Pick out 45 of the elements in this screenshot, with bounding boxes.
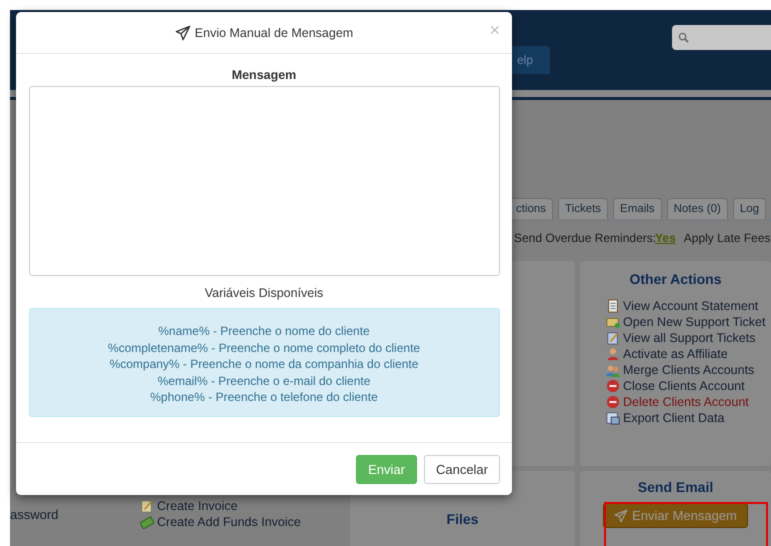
- panel-title: Send Email: [636, 478, 714, 497]
- client-tab[interactable]: Emails: [613, 198, 662, 219]
- variable-text: %company% - Preenche o nome da companhia do cliente: [110, 356, 418, 372]
- reminders-label: Send Overdue Reminders:: [514, 231, 656, 245]
- variable-text: %completename% - Preenche o nome completo do cliente: [108, 340, 420, 356]
- variable-text: %name% - Preenche o nome do cliente: [158, 323, 370, 340]
- invoice-link[interactable]: Create Add Funds Invoice: [157, 515, 301, 529]
- money-icon: [140, 515, 154, 529]
- variable-text: %email% - Preenche o e-mail do cliente: [158, 372, 370, 389]
- export-icon: [606, 411, 620, 425]
- action-link[interactable]: Export Client Data: [623, 411, 724, 425]
- send-message-button[interactable]: Enviar Mensagem: [603, 503, 748, 528]
- panel-title: Other Actions: [628, 270, 723, 289]
- person-icon: [606, 347, 620, 361]
- cancel-button[interactable]: Cancelar: [424, 454, 500, 484]
- variable-text: %phone% - Preenche o telefone do cliente: [150, 389, 378, 406]
- send-button[interactable]: Enviar: [356, 454, 417, 484]
- people-icon: [606, 363, 620, 377]
- paper-plane-icon: [174, 24, 191, 40]
- notepad-icon: [606, 331, 620, 345]
- invoice-icon: [140, 499, 154, 513]
- panel-title: Files: [446, 510, 480, 527]
- message-field[interactable]: [28, 86, 500, 276]
- envelope-icon: [606, 315, 620, 329]
- client-tab[interactable]: Tickets: [558, 198, 608, 219]
- document-icon: [606, 299, 620, 313]
- minus-circle-icon: [606, 379, 620, 393]
- minus-circle-icon: [606, 395, 620, 409]
- client-tab[interactable]: Notes (0): [666, 198, 728, 219]
- action-link[interactable]: View Account Statement: [623, 299, 758, 313]
- variables-title: Variáveis Disponíveis: [204, 286, 324, 300]
- message-label: Mensagem: [232, 68, 296, 82]
- dialog-title: Envio Manual de Mensagem: [194, 26, 354, 40]
- action-link[interactable]: Activate as Affiliate: [623, 347, 728, 361]
- action-link[interactable]: Open New Support Ticket: [623, 315, 766, 329]
- action-link[interactable]: View all Support Tickets: [623, 331, 756, 345]
- paper-plane-icon: [614, 508, 628, 522]
- search-icon: [678, 32, 689, 43]
- client-tab[interactable]: Log: [732, 198, 766, 219]
- action-link[interactable]: Delete Clients Account: [623, 395, 749, 409]
- action-link[interactable]: Close Clients Account: [623, 379, 745, 393]
- late-fees-label: Apply Late Fees: [684, 231, 770, 245]
- invoice-link[interactable]: Create Invoice: [157, 499, 238, 513]
- search-field[interactable]: [672, 25, 771, 50]
- action-link[interactable]: Merge Clients Accounts: [623, 363, 754, 377]
